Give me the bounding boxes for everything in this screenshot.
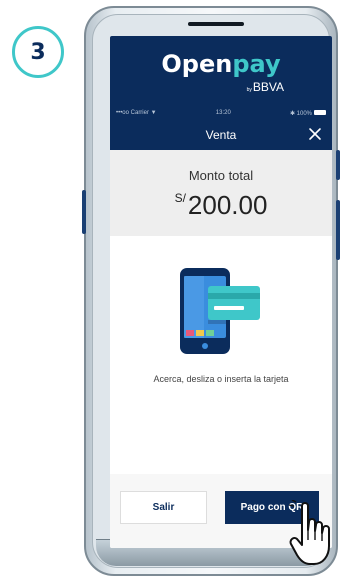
brand-logo: Openpay — [110, 50, 332, 78]
amount-value: S/200.00 — [110, 190, 332, 221]
page: 3 Openpay byBBVA •••oo Carrier ▼ 13:20 ✱… — [0, 0, 353, 583]
instruction-text: Acerca, desliza o inserta la tarjeta — [153, 374, 289, 384]
brand-subtitle: byBBVA — [247, 80, 284, 94]
status-battery-group: ✱ 100% — [290, 110, 326, 117]
status-bar: •••oo Carrier ▼ 13:20 ✱ 100% — [110, 106, 332, 120]
status-time: 13:20 — [215, 110, 231, 116]
hand-pointer-icon — [288, 496, 340, 570]
brand-sub-name: BBVA — [252, 80, 284, 94]
brand-name-part2: pay — [232, 50, 281, 78]
device-screen: Openpay byBBVA •••oo Carrier ▼ 13:20 ✱ 1… — [110, 36, 332, 548]
card-phone-icon — [178, 266, 268, 356]
hand-pointer-graphic — [288, 496, 330, 565]
brand-sub-by: by — [246, 87, 252, 93]
brand-name-part1: Open — [161, 50, 233, 78]
exit-button-label: Salir — [152, 502, 175, 513]
close-icon — [309, 128, 321, 140]
device-speaker — [188, 22, 244, 26]
close-button[interactable] — [306, 125, 324, 143]
amount-number: 200.00 — [187, 190, 268, 220]
nav-title: Venta — [205, 128, 237, 142]
status-battery: ✱ 100% — [289, 110, 312, 117]
battery-icon — [314, 110, 326, 116]
brand-header: Openpay byBBVA — [110, 36, 332, 106]
side-button-right — [336, 200, 340, 260]
amount-label: Monto total — [188, 168, 254, 183]
side-button-right-top — [336, 150, 340, 180]
card-phone-illustration — [180, 268, 260, 354]
side-button-left — [82, 190, 86, 234]
nav-bar: Venta — [110, 120, 332, 150]
exit-button[interactable]: Salir — [120, 491, 207, 524]
currency-symbol: S/ — [174, 191, 186, 205]
step-badge: 3 — [12, 26, 64, 78]
amount-panel: Monto total S/200.00 — [110, 150, 332, 236]
step-number: 3 — [30, 39, 46, 65]
status-carrier: •••oo Carrier ▼ — [116, 110, 157, 116]
